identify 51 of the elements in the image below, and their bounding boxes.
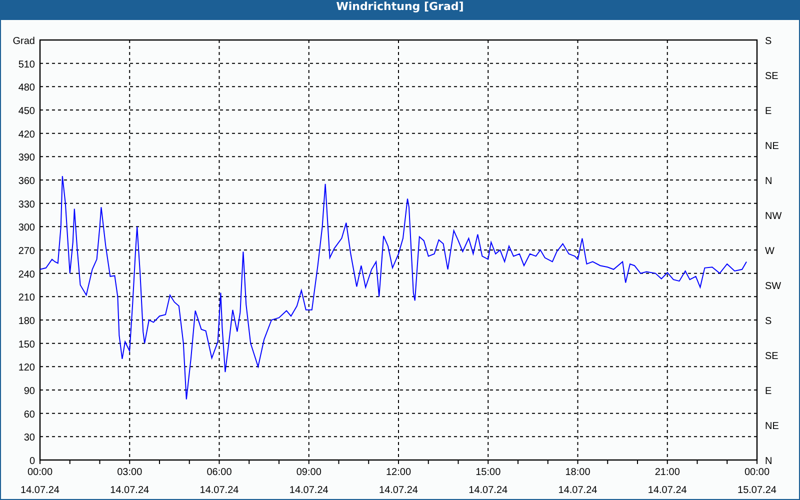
- x-date-label: 14.07.24: [20, 485, 60, 496]
- y-tick-label: 270: [18, 246, 35, 257]
- y-tick-label: 240: [18, 269, 35, 280]
- y-tick-label: 120: [18, 362, 35, 374]
- compass-tick-label: S: [765, 316, 772, 327]
- y-tick-label: 480: [18, 82, 35, 94]
- x-tick-label: 12:00: [386, 467, 412, 478]
- compass-tick-label: SW: [765, 281, 782, 292]
- x-date-label: 14.07.24: [468, 485, 508, 496]
- y-tick-label: 210: [18, 292, 35, 304]
- x-date-label: 14.07.24: [648, 485, 687, 496]
- y-tick-label: 180: [18, 316, 35, 327]
- y-tick-label: 360: [18, 176, 35, 187]
- compass-tick-label: N: [765, 456, 772, 467]
- x-date-label: 14.07.24: [558, 485, 598, 496]
- x-tick-label: 00:00: [744, 467, 770, 478]
- y-tick-label: 420: [18, 129, 35, 140]
- compass-tick-label: N: [765, 176, 772, 187]
- y-tick-label: 0: [29, 456, 35, 467]
- x-date-label: 14.07.24: [200, 485, 239, 496]
- y-axis-title: Grad: [12, 36, 35, 47]
- y-tick-label: 30: [24, 432, 35, 444]
- x-tick-label: 15:00: [476, 467, 501, 478]
- y-tick-label: 510: [18, 59, 35, 70]
- compass-tick-label: SE: [765, 351, 778, 362]
- compass-tick-label: NE: [765, 141, 779, 152]
- compass-tick-label: E: [765, 106, 772, 117]
- x-tick-label: 09:00: [296, 467, 322, 478]
- y-tick-label: 390: [18, 152, 35, 164]
- x-date-label: 14.07.24: [379, 485, 418, 496]
- x-date-label: 14.07.24: [289, 485, 328, 496]
- y-tick-label: 60: [24, 409, 35, 420]
- x-date-label: 15.07.24: [738, 485, 776, 496]
- compass-tick-label: E: [765, 386, 772, 397]
- x-tick-label: 06:00: [206, 467, 232, 478]
- compass-tick-label: W: [765, 246, 774, 257]
- compass-tick-label: SE: [765, 71, 778, 82]
- y-tick-label: 300: [18, 222, 35, 234]
- window-title: Windrichtung [Grad]: [1, 0, 799, 20]
- x-tick-label: 21:00: [654, 467, 680, 478]
- y-tick-label: 330: [18, 199, 35, 210]
- x-tick-label: 00:00: [27, 467, 53, 478]
- y-tick-label: 450: [18, 106, 35, 117]
- y-tick-label: 90: [24, 386, 35, 397]
- x-tick-label: 03:00: [117, 467, 142, 478]
- x-tick-label: 18:00: [565, 467, 590, 478]
- compass-tick-label: S: [765, 36, 772, 47]
- compass-tick-label: NE: [765, 421, 779, 432]
- y-tick-label: 150: [18, 339, 35, 350]
- x-date-label: 14.07.24: [110, 485, 150, 496]
- compass-tick-label: NW: [765, 211, 782, 222]
